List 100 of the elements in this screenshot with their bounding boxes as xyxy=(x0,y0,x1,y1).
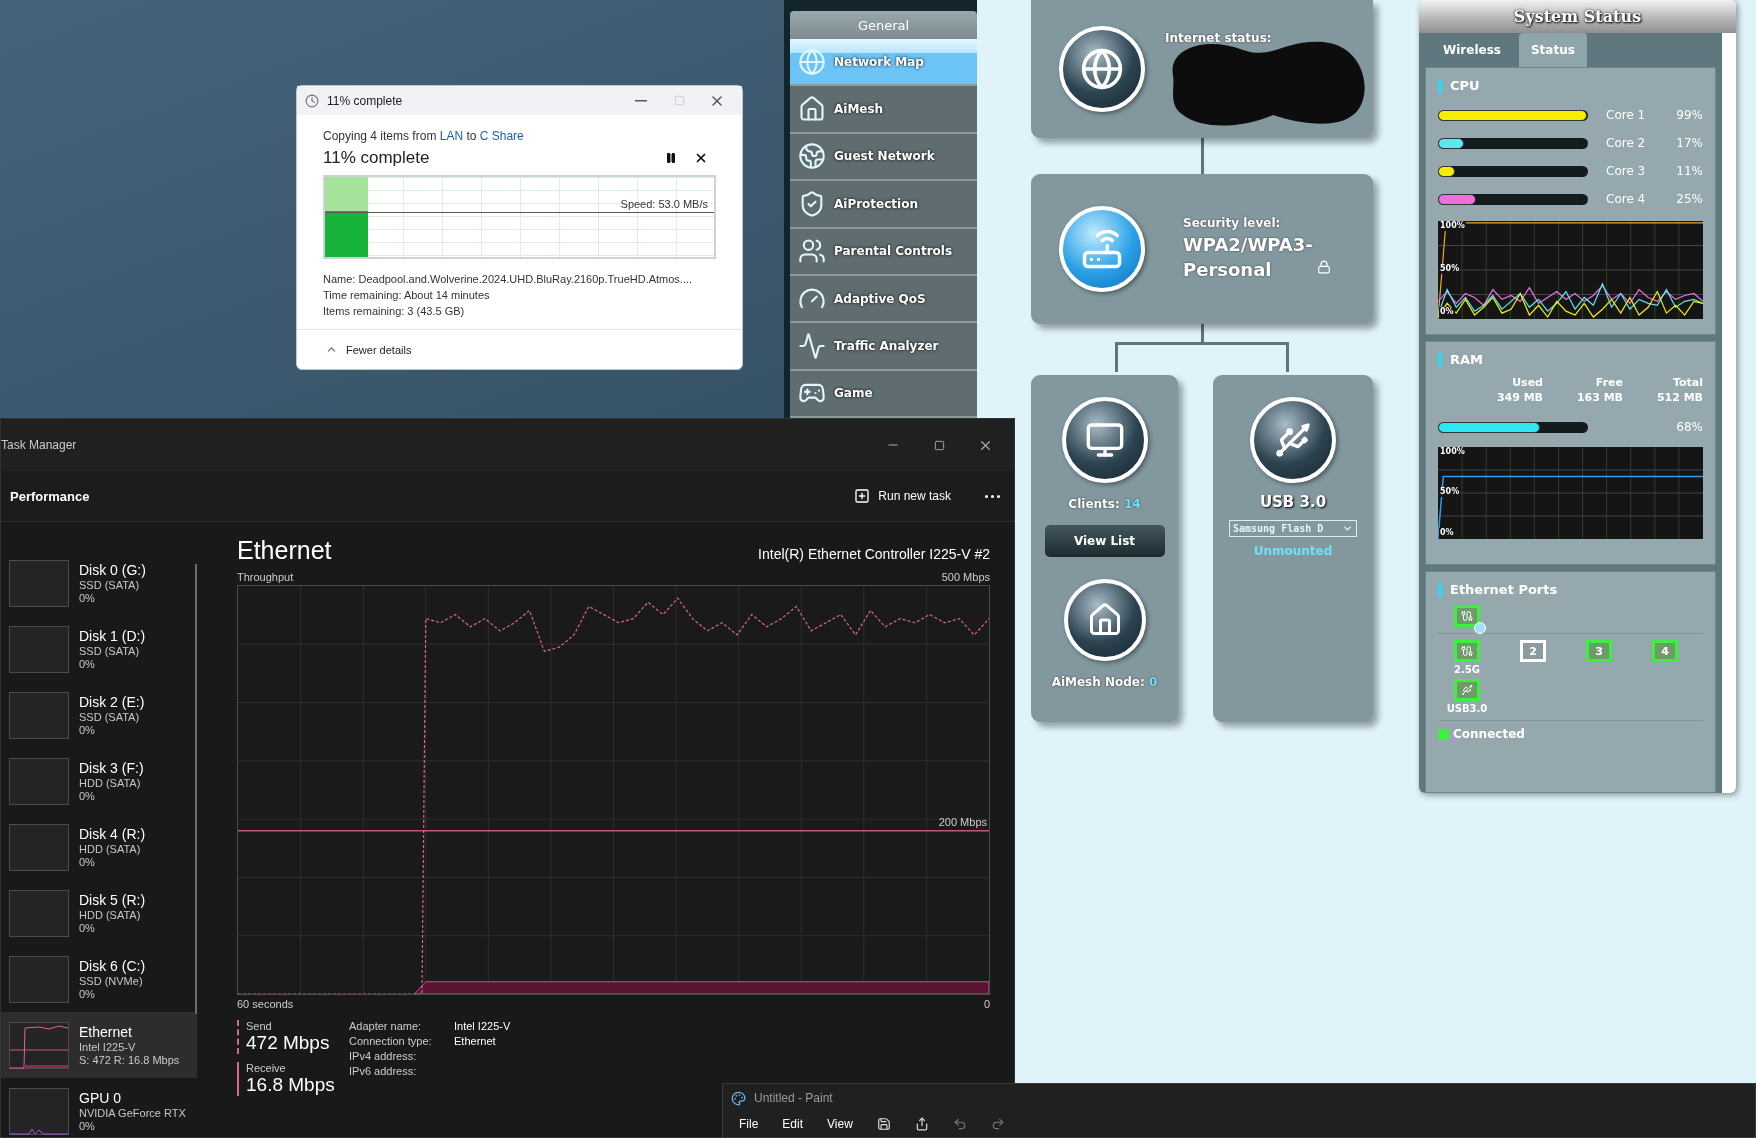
reference-label: 200 Mbps xyxy=(938,816,987,829)
device-detail: NVIDIA GeForce RTX xyxy=(79,1106,186,1120)
property-label: IPv6 address: xyxy=(349,1065,418,1077)
ram-reading: 68% xyxy=(1676,420,1703,434)
detail-line: Name: Deadpool.and.Wolverine.2024.UHD.BluRay.2160p.TrueHD.Atmos.... xyxy=(323,272,694,288)
globe-icon xyxy=(798,142,826,171)
clock-icon xyxy=(305,93,319,108)
device-item[interactable]: GPU 0 NVIDIA GeForce RTX 0% xyxy=(1,1078,197,1138)
device-item[interactable]: Disk 4 (R:) HDD (SATA) 0% xyxy=(1,814,197,880)
usb-port[interactable] xyxy=(1454,679,1480,701)
device-detail: 0% xyxy=(79,855,96,869)
menu-item[interactable]: Traffic Analyzer xyxy=(790,323,977,371)
wan-port[interactable] xyxy=(1454,605,1480,627)
time-axis-label: 60 seconds xyxy=(237,998,294,1010)
core-reading: 11% xyxy=(1676,164,1703,178)
device-detail: HDD (SATA) xyxy=(79,776,142,790)
menu-item[interactable]: Game xyxy=(790,370,977,418)
device-detail: Intel I225-V xyxy=(79,1040,137,1054)
device-item[interactable]: Disk 0 (G:) SSD (SATA) 0% xyxy=(1,550,197,616)
axis-max-label: 500 Mbps xyxy=(941,571,990,583)
speed-label: Speed: 53.0 MB/s xyxy=(620,198,708,211)
house-icon xyxy=(798,95,826,124)
progress-heading: 11% complete xyxy=(323,148,431,169)
usb-icon xyxy=(1273,420,1313,460)
core-reading: 17% xyxy=(1676,136,1703,150)
device-item[interactable]: Disk 3 (F:) HDD (SATA) 0% xyxy=(1,748,197,814)
copy-summary: Copying 4 items from LAN to C Share xyxy=(323,129,525,144)
stat-label: Receive xyxy=(246,1062,287,1074)
menu-item[interactable]: Edit xyxy=(774,1115,812,1133)
usage-thumbnail xyxy=(9,625,69,673)
menu-header: General xyxy=(790,11,977,39)
device-item[interactable]: Disk 5 (R:) HDD (SATA) 0% xyxy=(1,880,197,946)
ram-label: Total xyxy=(1672,375,1703,390)
property-label: Connection type: xyxy=(349,1035,433,1047)
window-title: Task Manager xyxy=(1,438,77,452)
device-item[interactable]: Disk 2 (E:) SSD (SATA) 0% xyxy=(1,682,197,748)
device-item[interactable]: Ethernet Intel I225-V S: 472 R: 16.8 Mbps xyxy=(1,1012,197,1078)
port-caption: USB3.0 xyxy=(1446,703,1488,714)
menu-item[interactable]: Guest Network xyxy=(790,133,977,182)
lan-port[interactable] xyxy=(1454,640,1480,662)
usb-status: Unmounted xyxy=(1253,544,1333,558)
usage-thumbnail xyxy=(9,955,69,1003)
device-detail: 0% xyxy=(79,921,96,935)
usage-thumbnail xyxy=(9,1021,69,1069)
view-list-button[interactable]: View List xyxy=(1044,525,1165,557)
graph-tick: 100% xyxy=(1439,221,1466,231)
internet-status-label: Internet status: xyxy=(1165,31,1272,45)
share-icon xyxy=(914,1117,929,1131)
security-label: Security level: xyxy=(1183,216,1282,230)
device-detail: HDD (SATA) xyxy=(79,842,142,856)
run-new-task-button[interactable]: Run new task xyxy=(846,482,959,510)
core-name: Core 1 xyxy=(1606,108,1647,122)
menu-item[interactable]: Parental Controls xyxy=(790,228,977,276)
panel-tab[interactable]: Wireless xyxy=(1431,33,1513,67)
device-detail: 0% xyxy=(79,591,96,605)
property-value: Ethernet xyxy=(454,1035,497,1047)
device-name: Disk 3 (F:) xyxy=(79,759,144,777)
menu-item[interactable]: Adaptive QoS xyxy=(790,275,977,324)
device-name: Ethernet xyxy=(79,1023,133,1041)
menu-item[interactable]: AiMesh xyxy=(790,86,977,134)
graph-tick: 0% xyxy=(1439,307,1455,318)
chevron-down-icon xyxy=(1342,523,1353,534)
axis-zero-label: 0 xyxy=(983,998,990,1010)
details-toggle[interactable]: Fewer details xyxy=(325,343,412,357)
menu-item[interactable]: View xyxy=(819,1115,861,1133)
pause-icon xyxy=(665,152,677,165)
menu-item[interactable]: File xyxy=(731,1115,767,1133)
more-icon xyxy=(985,494,1000,498)
clients-label: Clients: 14 xyxy=(1068,497,1141,511)
aimesh-label: AiMesh Node: 0 xyxy=(1051,675,1158,689)
window-title: 11% complete xyxy=(327,93,403,108)
destination-link[interactable]: C Share xyxy=(479,129,524,144)
scrollbar[interactable] xyxy=(1722,33,1736,793)
core-reading: 25% xyxy=(1676,192,1703,206)
graph-tick: 50% xyxy=(1439,487,1461,498)
section-title: Ethernet Ports xyxy=(1450,582,1558,597)
ram-label: Used xyxy=(1512,375,1543,390)
new-task-icon xyxy=(854,488,871,504)
adapter-name: Intel(R) Ethernet Controller I225-V #2 xyxy=(758,546,990,562)
device-detail: HDD (SATA) xyxy=(79,908,142,922)
section-title: Ethernet xyxy=(237,536,332,565)
device-detail: SSD (SATA) xyxy=(79,644,141,658)
property-label: IPv4 address: xyxy=(349,1050,418,1062)
palette-icon xyxy=(731,1090,746,1106)
property-label: Adapter name: xyxy=(349,1020,423,1032)
device-name: Disk 6 (C:) xyxy=(79,957,146,975)
source-link[interactable]: LAN xyxy=(439,129,464,144)
device-name: Disk 2 (E:) xyxy=(79,693,145,711)
stat-label: Send xyxy=(246,1020,273,1032)
usage-thumbnail xyxy=(9,757,69,805)
stat-value: 16.8 Mbps xyxy=(246,1074,336,1096)
section-title: CPU xyxy=(1450,78,1480,93)
menu-item[interactable]: AiProtection xyxy=(790,181,977,229)
ram-value: 349 MB xyxy=(1496,390,1543,405)
device-item[interactable]: Disk 1 (D:) SSD (SATA) 0% xyxy=(1,616,197,682)
device-item[interactable]: Disk 6 (C:) SSD (NVMe) 0% xyxy=(1,946,197,1012)
core-name: Core 4 xyxy=(1606,192,1647,206)
graph-tick: 100% xyxy=(1439,447,1466,457)
section-title: RAM xyxy=(1450,352,1483,367)
globe-icon xyxy=(1080,47,1124,91)
